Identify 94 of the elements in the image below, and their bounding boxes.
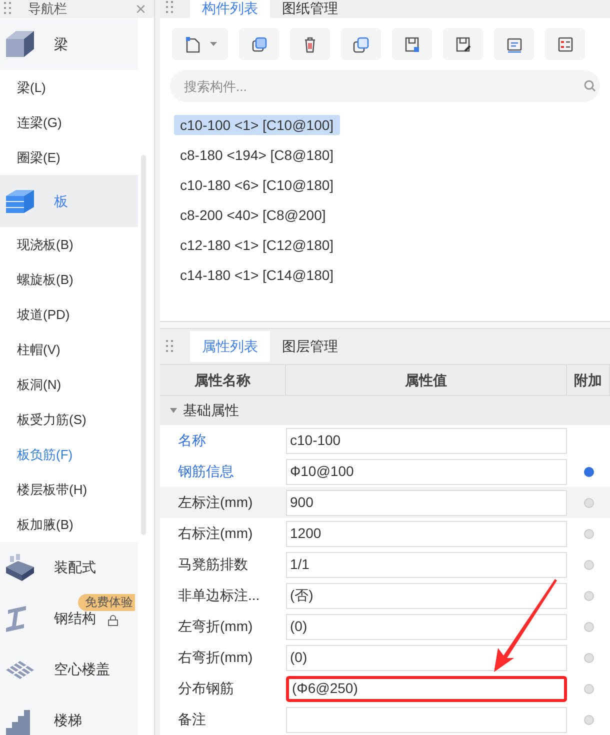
nav-item[interactable]: 板加腋(B) [0,507,154,542]
prefab-icon [4,552,36,582]
property-row[interactable]: 名称 c10-100 [160,425,610,456]
category-item[interactable]: 免费体验 钢结构 [0,593,138,644]
beam-icon [4,29,36,59]
property-name: 右弯折(mm) [177,648,254,667]
category-item[interactable]: 楼梯 [0,695,138,735]
property-row[interactable]: 右弯折(mm) (0) [160,642,610,673]
drag-handle-icon[interactable] [166,340,174,354]
property-name: 左弯折(mm) [177,617,254,636]
property-row[interactable]: 马凳筋排数 1/1 [160,549,610,580]
category-label: 空心楼盖 [54,660,110,679]
tab[interactable]: 构件列表 [190,0,270,18]
search-icon [584,80,596,92]
nav-item[interactable]: 板负筋(F) [0,437,154,472]
property-row[interactable]: 左标注(mm) 900 [160,487,610,518]
component-item[interactable]: c8-180 <194> [C8@180] [174,145,340,165]
property-value-field[interactable] [286,706,567,732]
property-value-field[interactable]: (否) [286,582,567,608]
nav-item[interactable]: 板受力筋(S) [0,402,154,437]
property-value-field[interactable]: 900 [286,490,567,516]
property-value-field[interactable]: c10-100 [286,428,567,454]
toolbar-button[interactable] [392,28,432,60]
drag-handle-icon[interactable] [166,1,174,15]
panel-title: 导航栏 [27,0,68,18]
trial-badge: 免费体验 [78,594,135,611]
toolbar-button[interactable] [290,28,330,60]
toolbar-button[interactable] [545,28,585,60]
property-name: 非单边标注... [177,586,261,605]
category-label: 楼梯 [54,711,82,730]
nav-item[interactable]: 楼层板带(H) [0,472,154,507]
group-label: 基础属性 [183,401,239,420]
component-item[interactable]: c8-200 <40> [C8@200] [174,205,332,225]
property-name: 分布钢筋 [177,679,235,698]
toolbar-button[interactable] [172,28,228,60]
property-value-field[interactable]: (0) [286,614,567,640]
splitter[interactable] [160,321,610,329]
component-item[interactable]: c10-100 <1> [C10@100] [174,115,340,135]
property-value-field[interactable]: 1/1 [286,552,567,578]
nav-item[interactable]: 现浇板(B) [0,227,154,262]
property-row[interactable]: 右标注(mm) 1200 [160,518,610,549]
nav-item[interactable]: 圈梁(E) [0,140,154,175]
property-name: 钢筋信息 [177,462,235,481]
copy-icon [250,34,268,54]
nav-item[interactable]: 螺旋板(B) [0,262,154,297]
category-label: 钢结构 [54,609,96,628]
toolbar-button[interactable] [494,28,534,60]
scrollbar[interactable] [141,155,146,535]
toolbar-button[interactable] [239,28,279,60]
category-item[interactable]: 装配式 [0,542,138,593]
category-item[interactable]: 空心楼盖 [0,644,138,695]
column-header: 附加 [567,365,610,395]
tab[interactable]: 图纸管理 [270,0,350,18]
toolbar-button[interactable] [443,28,483,60]
property-row[interactable]: 钢筋信息 Ф10@100 [160,456,610,487]
property-name: 右标注(mm) [177,524,254,543]
property-value-field[interactable]: (0) [286,644,567,670]
nav-item[interactable]: 连梁(G) [0,105,154,140]
property-name: 左标注(mm) [177,493,254,512]
nav-item[interactable]: 柱帽(V) [0,332,154,367]
component-item[interactable]: c10-180 <6> [C10@180] [174,175,340,195]
component-item[interactable]: c12-180 <1> [C12@180] [174,235,340,255]
property-row[interactable]: 非单边标注... (否) [160,580,610,611]
nav-item[interactable]: 坡道(PD) [0,297,154,332]
property-name: 马凳筋排数 [177,555,249,574]
nav-item[interactable]: 梁(L) [0,70,154,105]
property-name: 备注 [177,710,207,729]
property-row[interactable]: 左弯折(mm) (0) [160,611,610,642]
new-file-icon [184,34,202,54]
checklist-icon [556,34,574,54]
search-field[interactable]: 搜索构件... [170,70,600,102]
category-item[interactable]: 梁 [0,18,138,70]
save-icon [403,34,421,54]
caret-icon [210,42,216,46]
property-value-field[interactable]: 1200 [286,520,567,546]
component-item[interactable]: c14-180 <1> [C14@180] [174,265,340,285]
tab[interactable]: 属性列表 [190,331,270,362]
drag-handle-icon[interactable] [4,2,12,16]
property-row[interactable]: 分布钢筋 (Φ6@250) [160,673,610,704]
column-header: 属性名称 [160,365,286,395]
layers-icon [352,34,370,54]
group-row[interactable]: 基础属性 [160,396,610,425]
property-row[interactable]: 备注 [160,704,610,735]
edit-icon [454,34,472,54]
category-label: 板 [54,192,68,210]
property-value-field[interactable]: Ф10@100 [286,458,567,484]
nav-item[interactable]: 板洞(N) [0,367,154,402]
toolbar-button[interactable] [341,28,381,60]
column-header: 属性值 [286,365,567,395]
tab[interactable]: 图层管理 [270,331,350,362]
category-label: 梁 [54,34,68,54]
property-value-field[interactable]: (Φ6@250) [286,676,567,702]
property-name: 名称 [177,431,207,450]
category-label: 装配式 [54,558,96,577]
